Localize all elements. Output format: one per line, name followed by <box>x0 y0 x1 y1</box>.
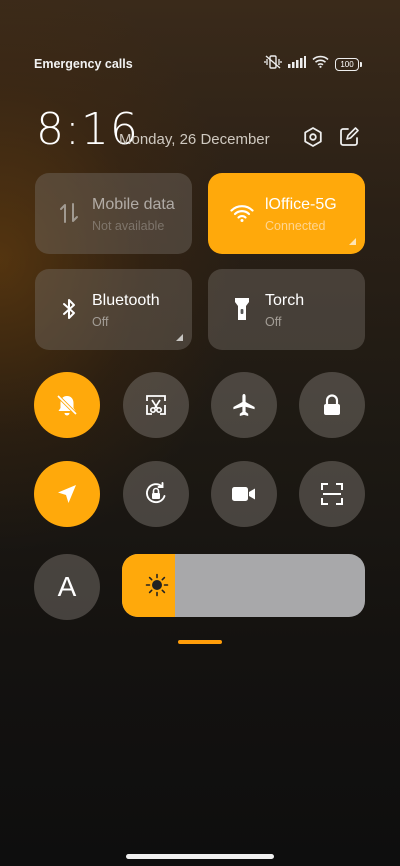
tile-status: Not available <box>92 219 165 233</box>
rotation-lock-icon <box>146 482 166 504</box>
silent-bell-icon <box>56 394 78 416</box>
mobile-data-icon <box>57 201 81 225</box>
wifi-tile[interactable]: lOffice-5G Connected <box>208 173 365 254</box>
location-icon <box>58 485 76 503</box>
wifi-status-icon <box>312 55 329 73</box>
screenshot-icon <box>146 395 166 415</box>
signal-icon <box>288 55 306 73</box>
battery-level: 100 <box>335 57 359 71</box>
lock-icon <box>324 394 340 415</box>
torch-tile[interactable]: Torch Off <box>208 269 365 350</box>
tile-status: Connected <box>265 219 326 233</box>
bluetooth-tile[interactable]: Bluetooth Off <box>35 269 192 350</box>
battery-icon: 100 <box>335 57 362 71</box>
screen-recorder-toggle[interactable] <box>211 461 277 527</box>
status-icons: 100 <box>264 54 362 74</box>
scanner-icon <box>321 483 343 505</box>
status-bar: Emergency calls o 100 <box>34 54 362 74</box>
screenshot-toggle[interactable] <box>123 372 189 438</box>
tile-status: Off <box>92 315 109 329</box>
sun-icon <box>145 573 169 597</box>
date: Monday, 26 December <box>119 131 270 148</box>
tile-label: lOffice-5G <box>265 196 337 213</box>
airplane-icon <box>233 394 255 416</box>
scanner-toggle[interactable] <box>299 461 365 527</box>
edit-icon <box>340 127 359 146</box>
lock-toggle[interactable] <box>299 372 365 438</box>
hexagon-settings-icon <box>304 127 322 147</box>
location-toggle[interactable] <box>34 461 100 527</box>
drag-handle[interactable] <box>178 640 222 644</box>
wifi-icon <box>230 201 254 225</box>
mobile-data-tile[interactable]: Mobile data Not available <box>35 173 192 254</box>
carrier-label: Emergency calls o <box>34 57 136 71</box>
airplane-toggle[interactable] <box>211 372 277 438</box>
tile-status: Off <box>265 315 282 329</box>
home-indicator[interactable] <box>126 854 274 859</box>
edit-button[interactable] <box>336 124 362 150</box>
silent-toggle[interactable] <box>34 372 100 438</box>
vibrate-mute-icon <box>264 54 282 74</box>
video-camera-icon <box>232 487 255 501</box>
tile-label: Mobile data <box>92 196 175 213</box>
auto-brightness-button[interactable]: A <box>34 554 100 620</box>
expand-corner-icon <box>349 238 356 245</box>
brightness-slider[interactable] <box>122 554 365 617</box>
auto-brightness-label: A <box>57 571 77 602</box>
torch-icon <box>230 297 254 321</box>
tile-label: Bluetooth <box>92 292 160 309</box>
tile-label: Torch <box>265 292 305 309</box>
expand-corner-icon <box>176 334 183 341</box>
bluetooth-icon <box>57 297 81 321</box>
settings-button[interactable] <box>300 124 326 150</box>
rotation-lock-toggle[interactable] <box>123 461 189 527</box>
header: 8:16 Monday, 26 December <box>36 104 364 155</box>
